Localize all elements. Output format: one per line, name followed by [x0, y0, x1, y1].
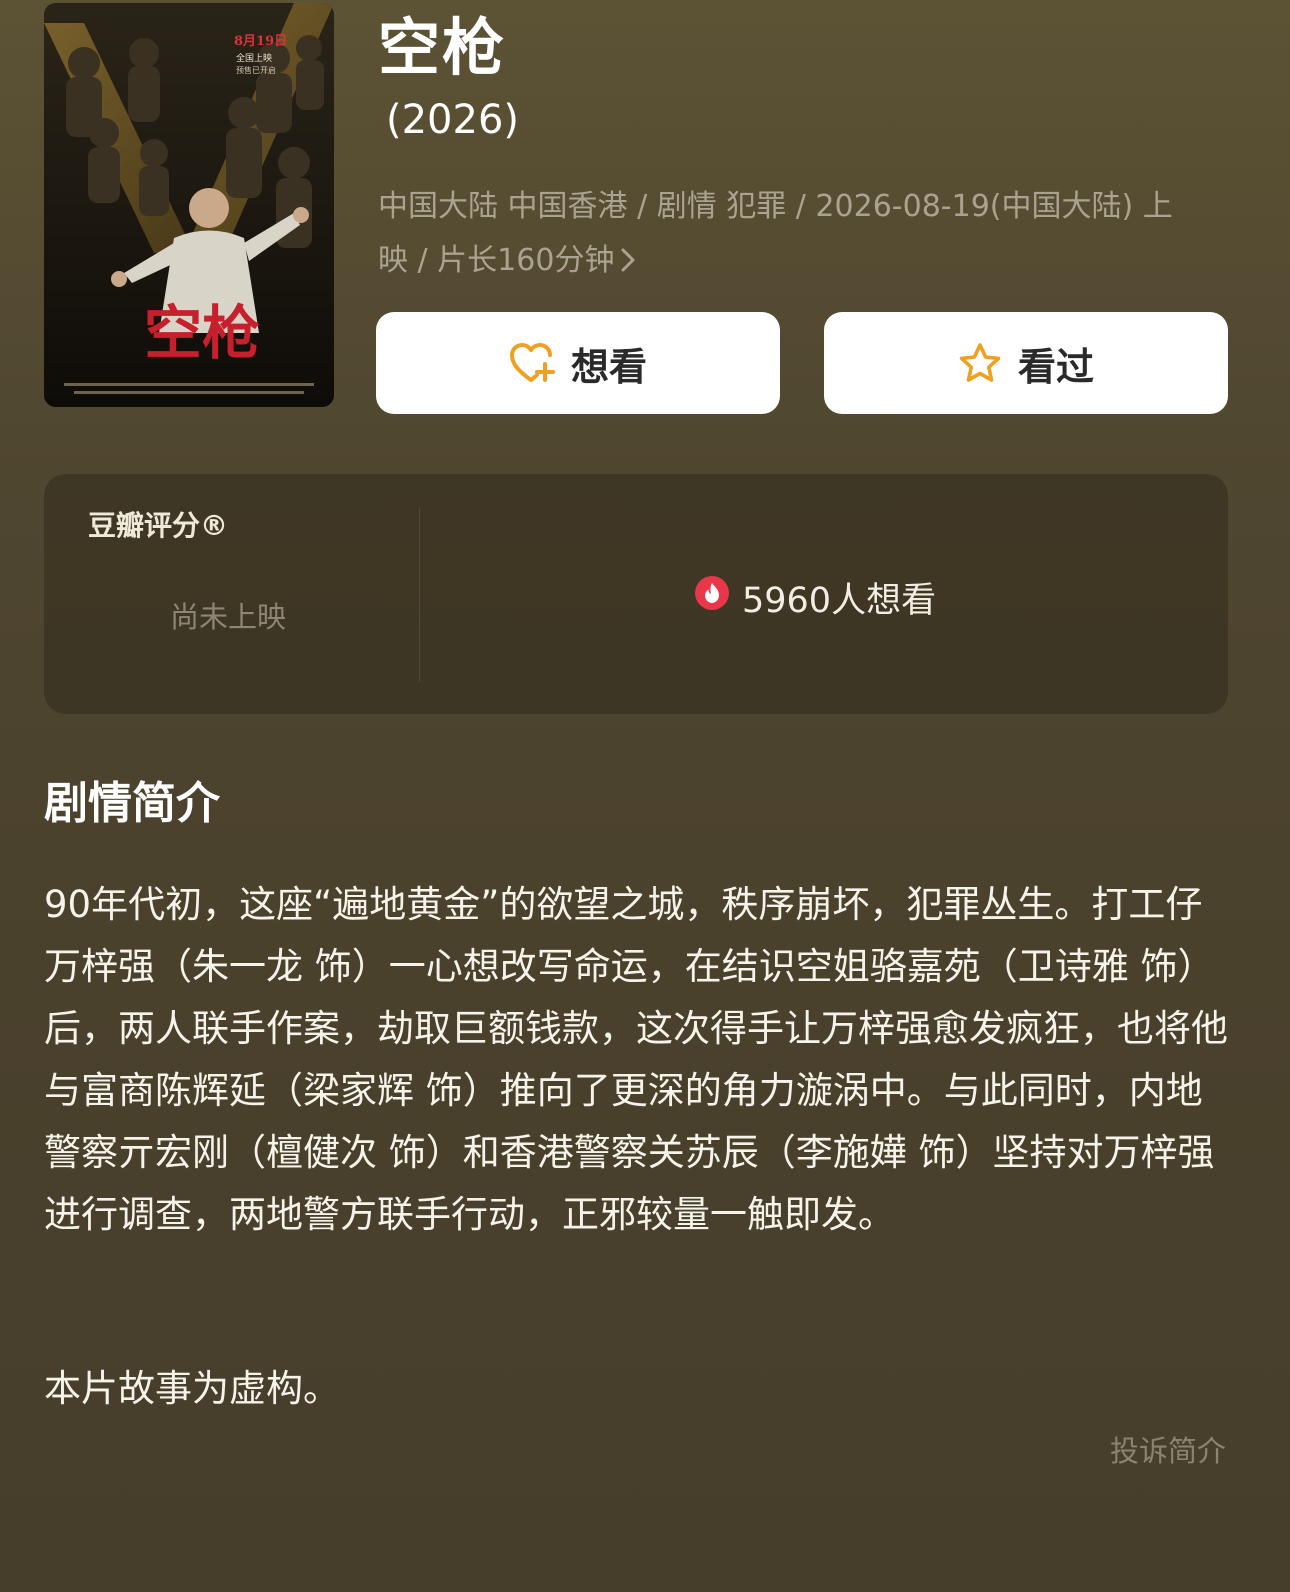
meta-line-2: 映 / 片长160分钟 [378, 243, 615, 278]
want-label: 想看 [570, 344, 647, 389]
rating-divider [419, 508, 420, 682]
svg-text:全国上映: 全国上映 [236, 52, 272, 64]
watched-button[interactable]: 看过 [824, 312, 1228, 414]
report-synopsis-link[interactable]: 投诉简介 [1110, 1428, 1226, 1470]
synopsis-body: 90年代初，这座“遍地黄金”的欲望之城，秩序崩坏，犯罪丛生。打工仔万梓强（朱一龙… [44, 883, 1228, 1236]
heart-plus-icon [509, 342, 555, 384]
poster-date-text: 8月19日 [234, 34, 287, 49]
fiction-note: 本片故事为虚构。 [44, 1367, 340, 1410]
chevron-right-icon [620, 234, 636, 288]
star-icon [958, 342, 1002, 384]
meta-line-1: 中国大陆 中国香港 / 剧情 犯罪 / 2026-08-19(中国大陆) 上 [378, 189, 1173, 224]
movie-year: (2026) [386, 97, 520, 143]
wish-count-text: 5960人想看 [742, 581, 937, 621]
svg-text:预售已开启: 预售已开启 [236, 65, 276, 75]
rating-card[interactable]: 豆瓣评分® 尚未上映 5960人想看 [44, 474, 1228, 714]
fire-icon [694, 575, 730, 620]
douban-rating-label: 豆瓣评分® [88, 509, 229, 542]
want-to-watch-button[interactable]: 想看 [376, 312, 780, 414]
seen-label: 看过 [1017, 344, 1094, 389]
movie-meta-info[interactable]: 中国大陆 中国香港 / 剧情 犯罪 / 2026-08-19(中国大陆) 上 映… [378, 180, 1228, 288]
rating-status: 尚未上映 [170, 600, 287, 634]
movie-poster[interactable]: 8月19日 全国上映 预售已开启 空枪 [44, 3, 334, 407]
movie-title: 空枪 [378, 11, 507, 84]
poster-title-art: 空枪 [144, 299, 260, 367]
wish-count: 5960人想看 [694, 572, 936, 623]
synopsis-heading: 剧情简介 [44, 778, 220, 829]
